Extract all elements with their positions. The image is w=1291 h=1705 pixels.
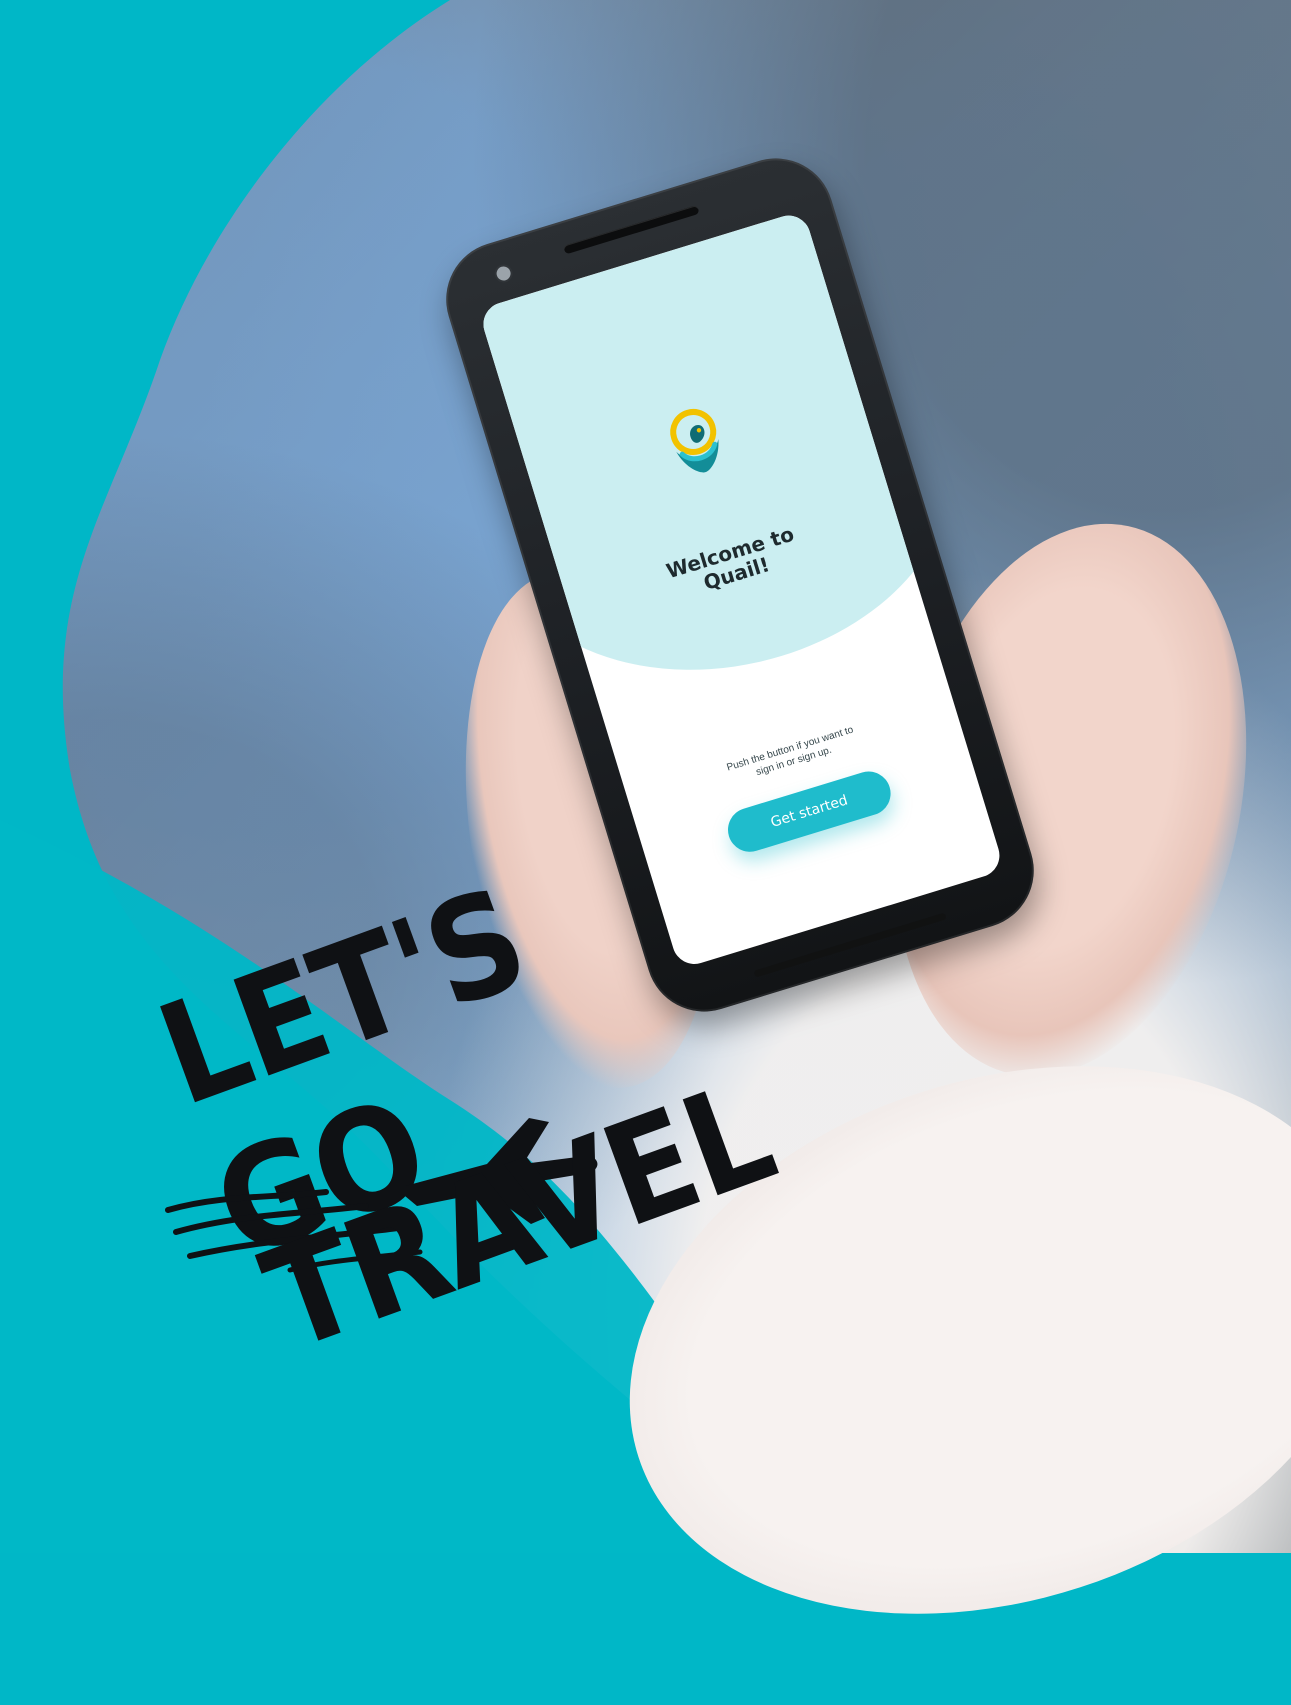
front-camera-icon	[494, 264, 513, 283]
lets-go-travel-lettering: LET'S GO TRAVEL	[140, 858, 792, 1530]
promo-scene: Welcome to Quail! Push the button if you…	[0, 0, 1291, 1705]
